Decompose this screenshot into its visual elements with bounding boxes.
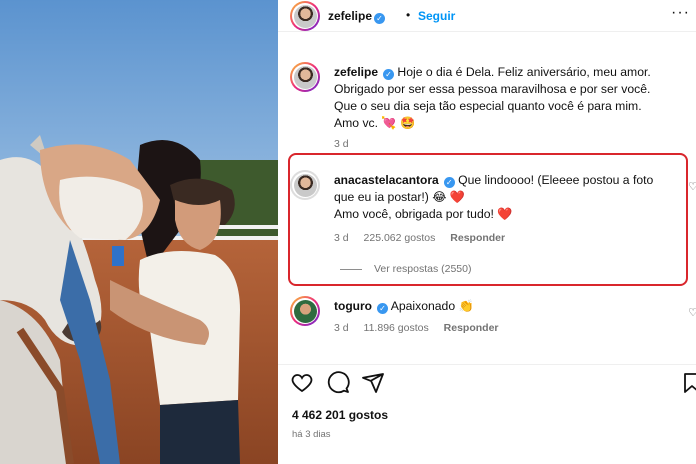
post-header: zefelipe ✓ • Seguir ··· [278, 0, 696, 32]
comment-username[interactable]: toguro [334, 299, 372, 313]
verified-icon: ✓ [377, 303, 388, 314]
caption-text: zefelipe ✓ Hoje o dia é Dela. Feliz anive… [334, 64, 674, 132]
reply-button[interactable]: Responder [444, 322, 499, 334]
comment-like-icon[interactable]: ♡ [688, 306, 696, 319]
author-avatar[interactable] [290, 1, 320, 31]
author-username[interactable]: zefelipe ✓ [328, 9, 386, 24]
author-name[interactable]: zefelipe [328, 9, 372, 23]
caption-body: Hoje o dia é Dela. Feliz aniversário, me… [334, 65, 651, 113]
caption-username[interactable]: zefelipe [334, 65, 378, 79]
comment-likes[interactable]: 11.896 gostos [364, 322, 429, 334]
action-bar [278, 364, 696, 398]
comment-icon[interactable] [326, 371, 350, 395]
post-time: há 3 dias [292, 429, 331, 440]
comment-meta: 3 d 11.896 gostos Responder [334, 322, 511, 334]
caption-time: 3 d [334, 138, 349, 150]
follow-button[interactable]: Seguir [418, 9, 455, 23]
verified-icon: ✓ [374, 13, 386, 24]
comment-time: 3 d [334, 322, 349, 334]
caption-body-2: Amo vc. 💘 🤩 [334, 116, 416, 130]
couple-photo [0, 0, 278, 464]
commenter-avatar[interactable] [290, 296, 320, 326]
verified-icon: ✓ [383, 69, 395, 80]
heart-icon[interactable] [290, 371, 314, 395]
post-likes[interactable]: 4 462 201 gostos [292, 408, 388, 422]
separator-dot: • [406, 8, 411, 22]
comment-body: Apaixonado 👏 [390, 299, 474, 313]
caption-avatar[interactable] [290, 62, 320, 92]
comment-text: toguro ✓ Apaixonado 👏 [334, 298, 674, 315]
post-photo [0, 0, 278, 464]
caption-meta: 3 d [334, 138, 361, 150]
bookmark-icon[interactable] [680, 371, 696, 395]
share-icon[interactable] [361, 371, 385, 395]
comment-like-icon[interactable]: ♡ [688, 180, 696, 193]
more-options-icon[interactable]: ··· [671, 4, 690, 22]
highlight-box [288, 153, 688, 286]
